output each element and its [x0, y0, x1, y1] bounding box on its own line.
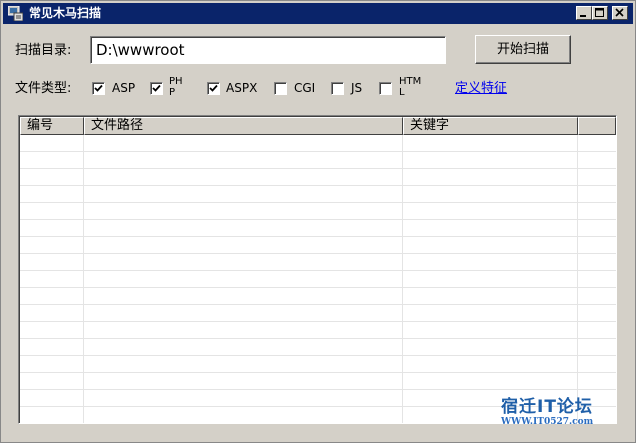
- app-icon: [8, 6, 23, 21]
- list-row[interactable]: [20, 203, 616, 220]
- watermark-url: WWW.IT0527.com: [501, 417, 594, 427]
- file-type-label: 文件类型:: [15, 81, 72, 96]
- checkbox-js[interactable]: [331, 82, 344, 95]
- results-list[interactable]: 编号 文件路径 关键字: [18, 115, 617, 424]
- column-header-extra[interactable]: [578, 117, 616, 135]
- maximize-button[interactable]: [592, 6, 608, 20]
- list-row[interactable]: [20, 254, 616, 271]
- checkbox-cgi-label: CGI: [294, 81, 316, 95]
- checkbox-aspx-label: ASPX: [226, 81, 258, 95]
- start-scan-button[interactable]: 开始扫描: [475, 35, 571, 64]
- checkbox-asp[interactable]: [92, 82, 105, 95]
- list-row[interactable]: [20, 339, 616, 356]
- list-row[interactable]: [20, 271, 616, 288]
- checkbox-asp-label: ASP: [112, 81, 136, 95]
- window-title: 常见木马扫描: [29, 6, 102, 20]
- scan-dir-label: 扫描目录:: [15, 43, 72, 58]
- minimize-icon: [580, 15, 586, 17]
- checkbox-html-label: HTM L: [399, 76, 422, 98]
- main-window: 常见木马扫描 扫描目录: 开始扫描 文件类型: ASP PH P AS: [0, 0, 636, 443]
- scan-dir-input[interactable]: [90, 36, 446, 64]
- checkmark-icon: [209, 84, 218, 92]
- checkbox-cgi[interactable]: [274, 82, 287, 95]
- checkbox-php-label: PH P: [169, 76, 183, 98]
- list-row[interactable]: [20, 356, 616, 373]
- define-signature-link[interactable]: 定义特征: [455, 81, 507, 97]
- column-divider: [577, 135, 578, 423]
- checkbox-js-label: JS: [351, 81, 363, 95]
- checkbox-php[interactable]: [150, 82, 163, 95]
- watermark-title: 宿迁IT论坛: [501, 397, 593, 417]
- list-row[interactable]: [20, 322, 616, 339]
- list-row[interactable]: [20, 288, 616, 305]
- column-header-path[interactable]: 文件路径: [84, 117, 403, 135]
- column-header-id[interactable]: 编号: [20, 117, 84, 135]
- checkmark-icon: [152, 84, 161, 92]
- minimize-button[interactable]: [576, 6, 592, 20]
- checkbox-html[interactable]: [379, 82, 392, 95]
- column-header-keyword[interactable]: 关键字: [403, 117, 578, 135]
- list-row[interactable]: [20, 220, 616, 237]
- checkbox-aspx[interactable]: [207, 82, 220, 95]
- title-bar[interactable]: 常见木马扫描: [3, 3, 633, 24]
- watermark: 宿迁IT论坛 WWW.IT0527.com: [501, 397, 631, 428]
- checkmark-icon: [94, 84, 103, 92]
- column-divider: [83, 135, 84, 423]
- maximize-icon: [595, 8, 604, 17]
- list-row[interactable]: [20, 373, 616, 390]
- list-header: 编号 文件路径 关键字: [20, 117, 616, 135]
- list-row[interactable]: [20, 305, 616, 322]
- list-row[interactable]: [20, 135, 616, 152]
- close-button[interactable]: [612, 6, 628, 20]
- list-row[interactable]: [20, 152, 616, 169]
- list-row[interactable]: [20, 186, 616, 203]
- column-divider: [402, 135, 403, 423]
- list-row[interactable]: [20, 169, 616, 186]
- list-row[interactable]: [20, 237, 616, 254]
- close-icon: [615, 8, 624, 17]
